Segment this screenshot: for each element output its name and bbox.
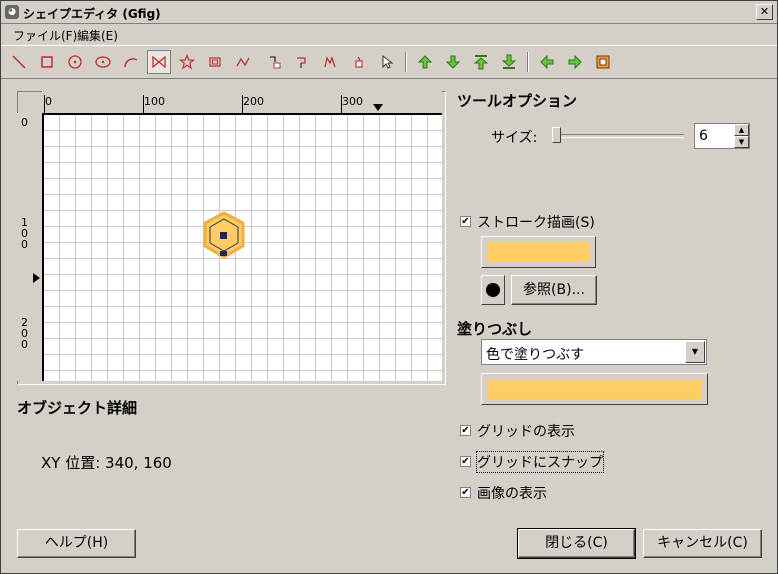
arc-icon xyxy=(124,58,138,68)
drawing-canvas[interactable] xyxy=(44,115,442,381)
ellipse-tool[interactable] xyxy=(91,50,115,74)
stroke-label: ストローク描画(S) xyxy=(477,215,595,231)
lower-object-button[interactable] xyxy=(441,50,465,74)
stroke-checkbox[interactable]: ✔ xyxy=(460,216,471,227)
tool-options-title: ツールオプション xyxy=(457,92,578,110)
show-all-objects-button[interactable] xyxy=(591,50,615,74)
star-tool[interactable] xyxy=(175,50,199,74)
ellipse-icon xyxy=(95,56,111,68)
size-slider-thumb[interactable] xyxy=(552,127,561,143)
arrow-up-icon xyxy=(417,55,433,69)
object-details-title: オブジェクト詳細 xyxy=(17,399,138,417)
size-label: サイズ: xyxy=(491,130,538,146)
spiral-tool[interactable] xyxy=(203,50,227,74)
ruler-label: 0 xyxy=(21,116,28,129)
select-object-tool[interactable] xyxy=(375,50,399,74)
copy-object-tool[interactable] xyxy=(319,50,343,74)
fill-type-select[interactable]: 色で塗りつぶす ▼ xyxy=(481,339,707,365)
polygon-icon xyxy=(152,55,166,69)
star-icon xyxy=(179,54,195,70)
vertical-ruler: 0 1 0 0 2 0 0 xyxy=(17,113,44,381)
ruler-marker-icon xyxy=(33,273,40,283)
arrow-right-icon xyxy=(568,54,582,70)
help-button[interactable]: ヘルプ(H) xyxy=(17,529,136,558)
fill-color-button[interactable] xyxy=(481,373,708,405)
raise-to-top-button[interactable] xyxy=(469,50,493,74)
close-window-button[interactable]: ✕ xyxy=(756,4,773,20)
hexagon-shape[interactable] xyxy=(44,115,442,381)
show-image-checkbox[interactable]: ✔ xyxy=(460,487,471,498)
xy-position-label: XY 位置: 340, 160 xyxy=(41,454,172,472)
snap-grid-checkbox[interactable]: ✔ xyxy=(460,456,471,467)
brush-dot-icon xyxy=(486,283,500,297)
ruler-label: 2 0 0 xyxy=(21,316,28,351)
move-object-tool[interactable] xyxy=(263,50,287,74)
pointer-icon xyxy=(382,54,394,69)
ruler-label: 200 xyxy=(243,95,264,108)
size-value: 6 xyxy=(699,128,708,144)
move-point-icon xyxy=(297,57,306,68)
circle-icon xyxy=(68,55,82,69)
app-icon: ◕ xyxy=(5,5,19,19)
brush-preview[interactable] xyxy=(481,275,505,305)
arrow-down-icon xyxy=(445,55,461,69)
chevron-down-icon[interactable]: ▼ xyxy=(685,341,705,363)
arrow-left-icon xyxy=(540,54,554,70)
spiral-icon xyxy=(209,57,221,67)
spin-down-button[interactable]: ▼ xyxy=(734,136,749,148)
ruler-label: 1 0 0 xyxy=(21,216,28,251)
title-bar: ◕ シェイプエディタ (Gfig) ✕ xyxy=(1,1,777,24)
rectangle-icon xyxy=(41,56,53,68)
close-button[interactable]: 閉じる(C) xyxy=(517,528,636,559)
show-grid-checkbox[interactable]: ✔ xyxy=(460,425,471,436)
delete-object-tool[interactable] xyxy=(347,50,371,74)
delete-object-icon xyxy=(355,56,363,68)
toolbar xyxy=(1,45,777,79)
gfig-window: ◕ シェイプエディタ (Gfig) ✕ ファイル(F) 編集(E) 0 100 … xyxy=(0,0,778,574)
move-point-tool[interactable] xyxy=(291,50,315,74)
polygon-tool[interactable] xyxy=(147,50,171,74)
show-all-icon xyxy=(596,55,610,69)
ruler-label: 100 xyxy=(144,95,165,108)
previous-object-button[interactable] xyxy=(535,50,559,74)
show-grid-label: グリッドの表示 xyxy=(477,424,575,440)
bezier-icon xyxy=(236,57,250,67)
horizontal-ruler: 0 100 200 300 xyxy=(42,91,442,115)
ruler-label: 300 xyxy=(342,95,363,108)
next-object-button[interactable] xyxy=(563,50,587,74)
copy-object-icon xyxy=(324,56,336,68)
size-slider-track[interactable] xyxy=(554,134,684,138)
line-icon xyxy=(12,55,26,69)
raise-object-button[interactable] xyxy=(413,50,437,74)
line-tool[interactable] xyxy=(7,50,31,74)
stroke-color-swatch xyxy=(487,242,590,262)
bezier-tool[interactable] xyxy=(231,50,255,74)
menu-file[interactable]: ファイル(F) xyxy=(13,27,77,44)
fill-color-swatch xyxy=(487,379,702,399)
size-spinbox[interactable]: 6 ▲ ▼ xyxy=(694,123,750,149)
move-object-icon xyxy=(270,56,281,69)
ruler-marker-icon xyxy=(373,104,383,111)
ruler-label: 0 xyxy=(45,95,52,108)
circle-tool[interactable] xyxy=(63,50,87,74)
menu-edit[interactable]: 編集(E) xyxy=(77,27,118,44)
show-image-label: 画像の表示 xyxy=(477,486,547,502)
fill-type-value: 色で塗りつぶす xyxy=(486,347,585,363)
stroke-color-button[interactable] xyxy=(481,236,596,268)
arc-tool[interactable] xyxy=(119,50,143,74)
fill-title: 塗りつぶし xyxy=(457,320,533,338)
spin-up-button[interactable]: ▲ xyxy=(734,124,749,136)
lower-to-bottom-button[interactable] xyxy=(497,50,521,74)
cancel-button[interactable]: キャンセル(C) xyxy=(643,529,762,558)
arrow-bottom-icon xyxy=(501,54,517,69)
rectangle-tool[interactable] xyxy=(35,50,59,74)
window-title: シェイプエディタ (Gfig) xyxy=(23,7,161,21)
menu-bar: ファイル(F) 編集(E) xyxy=(1,24,777,44)
arrow-top-icon xyxy=(473,55,489,70)
snap-grid-label: グリッドにスナップ xyxy=(476,451,604,473)
browse-button[interactable]: 参照(B)... xyxy=(511,275,597,305)
